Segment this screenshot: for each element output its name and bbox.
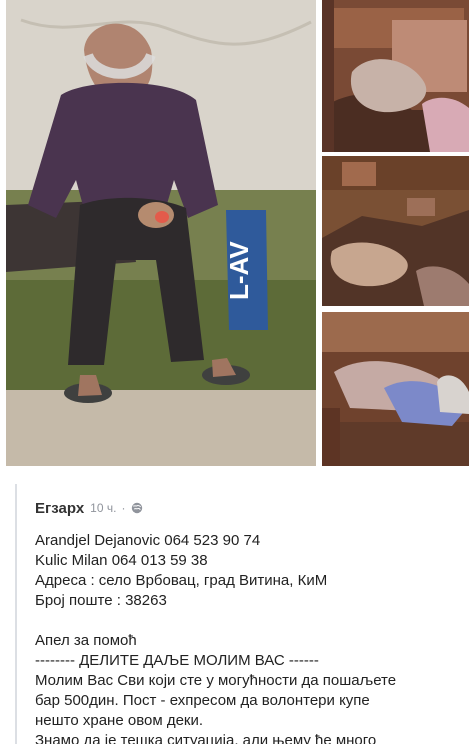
share-request-line: -------- ДЕЛИТЕ ДАЉЕ МОЛИМ ВАС ------	[35, 652, 319, 669]
appeal-title: Апел за помоћ	[35, 632, 137, 649]
crate-label: L-AV	[224, 241, 254, 300]
appeal-body-line-2: бар 500дин. Пост - ехпресом да волонтери…	[35, 692, 370, 709]
main-photo[interactable]: L-AV	[6, 0, 316, 466]
facebook-post-view: L-AV Егзарх 10 ч. · Arandjel Dejanovic 0…	[0, 0, 469, 756]
meta-separator: ·	[121, 501, 126, 515]
post-time[interactable]: 10 ч.	[90, 501, 116, 515]
photo-grid: L-AV	[0, 0, 469, 468]
bottom-strip	[0, 744, 469, 756]
postal-code-line: Број поште : 38263	[35, 592, 167, 609]
side-photo-1[interactable]	[322, 0, 469, 152]
side-photo-2[interactable]	[322, 156, 469, 306]
side-photo-3-illustration	[322, 312, 469, 466]
post-text: Arandjel Dejanovic 064 523 90 74 Kulic M…	[35, 531, 465, 751]
appeal-body-line-3: нешто хране овом деки.	[35, 712, 204, 729]
post-author[interactable]: Егзарх	[35, 500, 84, 517]
side-photo-3[interactable]	[322, 312, 469, 466]
side-photo-1-illustration	[322, 0, 469, 152]
appeal-body-line-1: Молим Вас Сви који сте у могућности да п…	[35, 672, 397, 689]
address-line: Адреса : село Врбовац, град Витина, КиМ	[35, 572, 328, 589]
post-meta: Егзарх 10 ч. ·	[35, 496, 143, 520]
phone-contact-line-1: Arandjel Dejanovic 064 523 90 74	[35, 532, 261, 549]
phone-contact-line-2: Kulic Milan 064 013 59 38	[35, 552, 208, 569]
post-content: Егзарх 10 ч. · Arandjel Dejanovic 064 52…	[15, 484, 469, 756]
globe-icon	[132, 502, 143, 514]
side-photo-2-illustration	[322, 156, 469, 306]
main-photo-illustration: L-AV	[6, 0, 316, 466]
